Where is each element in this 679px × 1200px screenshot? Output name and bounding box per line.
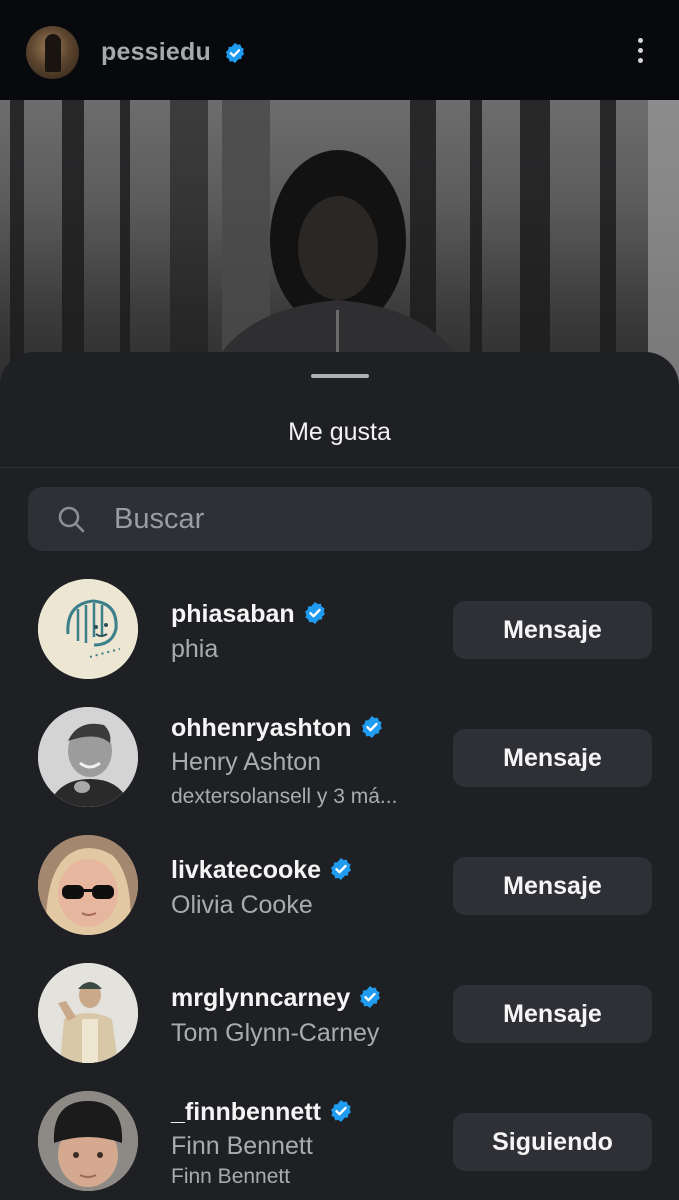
likes-sheet: Me gusta phiasaban phia Mensaje: [0, 352, 679, 1200]
avatar[interactable]: [38, 835, 138, 935]
following-button[interactable]: Siguiendo: [453, 1113, 652, 1171]
avatar[interactable]: [38, 707, 138, 807]
avatar[interactable]: [38, 963, 138, 1063]
more-options-icon[interactable]: [631, 38, 649, 68]
username[interactable]: _finnbennett: [171, 1098, 353, 1127]
search-bar[interactable]: [28, 487, 652, 551]
verified-badge-icon: [331, 1100, 351, 1122]
full-name: Finn Bennett: [171, 1132, 313, 1160]
username[interactable]: ohhenryashton: [171, 714, 384, 743]
full-name: Henry Ashton: [171, 748, 322, 776]
mutual-followers: dextersolansell y 3 má...: [171, 785, 398, 808]
search-icon: [58, 506, 85, 533]
username[interactable]: livkatecooke: [171, 856, 353, 885]
list-item[interactable]: mrglynncarney Tom Glynn-Carney Mensaje: [0, 958, 679, 1086]
message-button[interactable]: Mensaje: [453, 857, 652, 915]
verified-badge-icon: [361, 716, 382, 738]
verified-badge-icon: [360, 986, 381, 1008]
full-name: Tom Glynn-Carney: [171, 1019, 380, 1047]
username[interactable]: mrglynncarney: [171, 984, 382, 1013]
post-author-avatar[interactable]: [26, 26, 79, 79]
search-input[interactable]: [114, 487, 634, 551]
full-name: phia: [171, 635, 219, 663]
post-author-username[interactable]: pessiedu: [101, 38, 211, 67]
username[interactable]: phiasaban: [171, 600, 327, 629]
avatar[interactable]: [38, 579, 138, 679]
verified-badge-icon: [225, 42, 245, 64]
verified-badge-icon: [304, 602, 325, 624]
avatar[interactable]: [38, 1091, 138, 1191]
full-name: Olivia Cooke: [171, 891, 313, 919]
subtitle: Finn Bennett: [171, 1165, 291, 1188]
message-button[interactable]: Mensaje: [453, 729, 652, 787]
list-item[interactable]: ohhenryashton Henry Ashton dextersolanse…: [0, 702, 679, 830]
message-button[interactable]: Mensaje: [453, 985, 652, 1043]
list-item[interactable]: livkatecooke Olivia Cooke Mensaje: [0, 830, 679, 958]
divider: [0, 467, 679, 468]
post-header: pessiedu: [0, 0, 679, 100]
verified-badge-icon: [331, 858, 352, 880]
message-button[interactable]: Mensaje: [453, 601, 652, 659]
list-item[interactable]: _finnbennett Finn Bennett Finn Bennett S…: [0, 1086, 679, 1200]
sheet-drag-handle[interactable]: [311, 374, 369, 378]
sheet-title: Me gusta: [288, 418, 391, 446]
list-item[interactable]: phiasaban phia Mensaje: [0, 574, 679, 702]
